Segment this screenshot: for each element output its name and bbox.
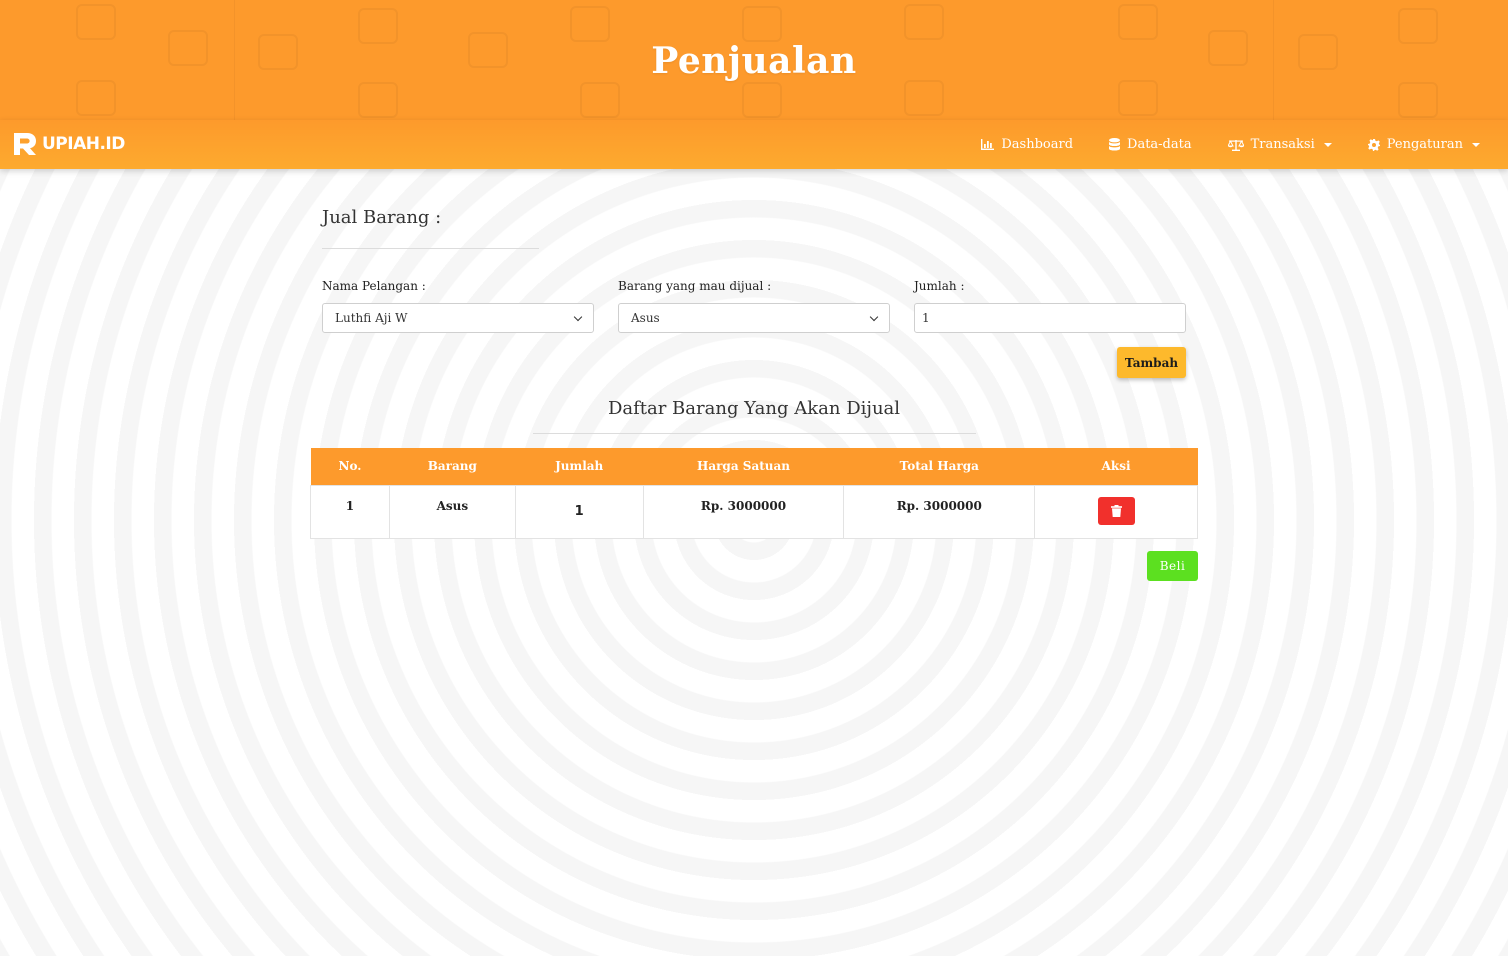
table-header-row: No. Barang Jumlah Harga Satuan Total Har… (310, 448, 1198, 485)
cell-harga-satuan: Rp. 3000000 (642, 484, 845, 539)
page-banner: Penjualan (0, 0, 1508, 128)
add-button[interactable]: Tambah (1117, 347, 1186, 378)
nav-pengaturan[interactable]: Pengaturan (1367, 137, 1480, 152)
column-header: No. (310, 448, 390, 485)
item-label: Barang yang mau dijual : (618, 279, 772, 293)
nav-links: Dashboard Data-data Transaksi Pengaturan (981, 120, 1480, 169)
brand-link[interactable]: UPIAH.ID (12, 130, 125, 158)
customer-select-value: Luthfi Aji W (335, 311, 408, 325)
brand-logo-icon (14, 133, 36, 155)
brand-name: UPIAH.ID (42, 134, 125, 154)
buy-button[interactable]: Beli (1147, 551, 1198, 581)
column-header: Aksi (1034, 448, 1198, 485)
nav-dashboard[interactable]: Dashboard (981, 137, 1073, 152)
cell-aksi (1034, 484, 1198, 539)
database-icon (1109, 138, 1121, 151)
cell-jumlah: 1 (514, 484, 644, 539)
navbar: UPIAH.ID Dashboard Data-data Transaksi P… (0, 120, 1508, 169)
column-header: Jumlah (515, 448, 644, 485)
page-title: Penjualan (651, 40, 857, 82)
column-header: Total Harga (843, 448, 1035, 485)
chevron-down-icon (1323, 142, 1332, 147)
form-title-divider (322, 248, 539, 249)
list-title-divider (533, 433, 976, 434)
customer-select[interactable]: Luthfi Aji W (322, 303, 594, 333)
column-header: Harga Satuan (643, 448, 844, 485)
qty-input-value: 1 (922, 311, 930, 325)
gear-icon (1367, 138, 1380, 151)
sale-items-table: No. Barang Jumlah Harga Satuan Total Har… (310, 448, 1198, 539)
qty-input[interactable]: 1 (914, 303, 1186, 333)
cell-total-harga: Rp. 3000000 (843, 484, 1036, 539)
chevron-down-icon (869, 312, 879, 321)
item-select[interactable]: Asus (618, 303, 890, 333)
cell-barang: Asus (388, 484, 516, 539)
table-row: 1 Asus 1 Rp. 3000000 Rp. 3000000 (310, 484, 1198, 539)
form-title: Jual Barang : (322, 207, 442, 228)
list-title: Daftar Barang Yang Akan Dijual (607, 398, 901, 419)
customer-label: Nama Pelangan : (322, 279, 426, 293)
balance-scale-icon (1227, 139, 1244, 151)
qty-label: Jumlah : (914, 279, 965, 293)
column-header: Barang (389, 448, 516, 485)
nav-data-data[interactable]: Data-data (1109, 137, 1192, 152)
chart-icon (981, 139, 995, 150)
trash-icon (1110, 504, 1122, 517)
cell-no: 1 (310, 484, 390, 539)
delete-button[interactable] (1097, 496, 1135, 525)
chevron-down-icon (573, 312, 583, 321)
nav-data-data-label: Data-data (1127, 137, 1192, 152)
chevron-down-icon (1472, 142, 1480, 147)
nav-dashboard-label: Dashboard (1001, 137, 1074, 152)
nav-pengaturan-label: Pengaturan (1386, 137, 1463, 152)
item-select-value: Asus (631, 311, 660, 325)
nav-transaksi-label: Transaksi (1250, 137, 1315, 152)
nav-transaksi[interactable]: Transaksi (1227, 137, 1332, 152)
